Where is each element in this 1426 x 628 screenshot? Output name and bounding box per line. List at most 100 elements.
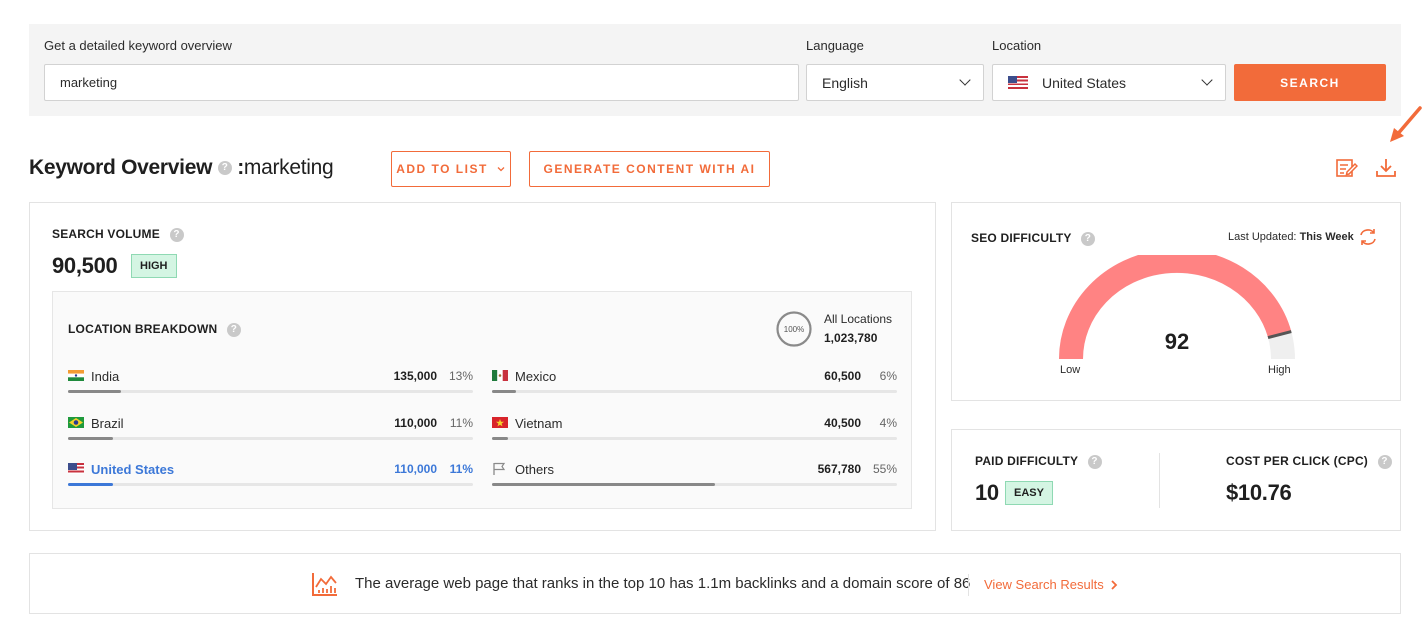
keyword-label: Get a detailed keyword overview	[44, 38, 232, 53]
mexico-flag-icon	[492, 370, 508, 381]
location-value: 110,000	[394, 462, 437, 476]
location-row-united-states[interactable]: United States 110,000 11%	[68, 460, 473, 490]
us-flag-icon	[68, 463, 84, 474]
location-name: India	[91, 369, 120, 384]
location-breakdown: LOCATION BREAKDOWN ? 100% All Locations …	[52, 291, 912, 509]
language-select[interactable]: English	[806, 64, 984, 101]
edit-notes-icon[interactable]	[1334, 156, 1358, 180]
seo-difficulty-title: SEO DIFFICULTY ?	[971, 231, 1095, 246]
seo-difficulty-title-text: SEO DIFFICULTY	[971, 231, 1072, 245]
india-flag-icon	[68, 370, 84, 381]
help-icon[interactable]: ?	[226, 322, 241, 337]
help-icon[interactable]: ?	[169, 227, 184, 242]
last-updated: Last Updated: This Week	[1228, 231, 1354, 243]
location-pct: 55%	[872, 462, 897, 476]
location-name: Mexico	[515, 369, 557, 384]
vietnam-flag-icon	[492, 417, 508, 428]
generate-ai-button[interactable]: GENERATE CONTENT WITH AI	[529, 151, 770, 187]
insight-banner: The average web page that ranks in the t…	[29, 553, 1401, 614]
search-volume-title-text: SEARCH VOLUME	[52, 227, 160, 241]
location-bar-fill	[492, 437, 509, 440]
location-bar	[68, 390, 473, 393]
location-bar-fill	[68, 483, 113, 486]
chevron-right-icon	[1111, 579, 1117, 590]
location-bar	[492, 483, 897, 486]
help-icon[interactable]: ?	[1080, 231, 1095, 246]
location-row-india[interactable]: India 135,000 13%	[68, 367, 473, 397]
location-row-vietnam[interactable]: Vietnam 40,500 4%	[492, 414, 897, 444]
divider	[1159, 453, 1160, 508]
search-volume-title: SEARCH VOLUME ?	[52, 227, 184, 242]
location-value: 40,500	[824, 416, 861, 430]
location-name: United States	[91, 462, 175, 477]
download-icon[interactable]	[1374, 156, 1398, 180]
add-to-list-button[interactable]: ADD TO LIST	[391, 151, 511, 187]
ring-label: 100%	[784, 325, 804, 334]
divider	[968, 574, 969, 596]
help-icon[interactable]: ?	[1087, 454, 1102, 469]
language-select-value: English	[822, 74, 868, 91]
all-locations-ring: 100%	[776, 311, 812, 347]
location-row-brazil[interactable]: Brazil 110,000 11%	[68, 414, 473, 444]
location-select[interactable]: United States	[992, 64, 1226, 101]
location-row-mexico[interactable]: Mexico 60,500 6%	[492, 367, 897, 397]
page-title-text: Keyword Overview	[29, 156, 213, 179]
add-to-list-label: ADD TO LIST	[396, 162, 488, 176]
paid-difficulty-value: 10	[975, 480, 999, 505]
us-flag-icon	[1008, 76, 1028, 89]
location-name: Vietnam	[515, 416, 563, 431]
last-updated-value: This Week	[1299, 231, 1354, 243]
location-bar	[68, 483, 473, 486]
location-value: 110,000	[394, 416, 437, 430]
arrow-pointer-icon	[1390, 106, 1422, 142]
location-bar	[492, 390, 897, 393]
cpc-value: $10.76	[1226, 480, 1292, 505]
location-row-others[interactable]: Others 567,780 55%	[492, 460, 897, 490]
location-bar-fill	[68, 390, 121, 393]
chevron-down-icon	[497, 167, 505, 172]
chevron-down-icon	[1201, 74, 1213, 86]
flag-outline-icon	[493, 462, 506, 475]
language-label: Language	[806, 38, 864, 53]
cpc-title: COST PER CLICK (CPC) ?	[1226, 454, 1392, 469]
gauge-low-label: Low	[1060, 364, 1081, 376]
location-value: 135,000	[393, 369, 437, 383]
location-breakdown-title-text: LOCATION BREAKDOWN	[68, 322, 218, 336]
location-name: Others	[515, 462, 555, 477]
paid-cpc-card: PAID DIFFICULTY ? 10 EASY COST PER CLICK…	[951, 429, 1401, 531]
cpc-title-text: COST PER CLICK (CPC)	[1226, 454, 1368, 468]
location-bar-fill	[68, 437, 113, 440]
all-locations-label: All Locations	[824, 312, 893, 326]
view-search-results-label: View Search Results	[984, 577, 1104, 592]
search-volume-value: 90,500	[52, 253, 118, 278]
keyword-input[interactable]: marketing	[44, 64, 799, 101]
location-label: Location	[992, 38, 1042, 53]
location-bar	[492, 437, 897, 440]
location-pct: 4%	[879, 416, 897, 430]
volume-badge: HIGH	[131, 254, 177, 278]
brazil-flag-icon	[68, 417, 84, 428]
location-breakdown-title: LOCATION BREAKDOWN ?	[68, 322, 241, 337]
seo-difficulty-card: SEO DIFFICULTY ? Last Updated: This Week…	[951, 202, 1401, 401]
location-bar-fill	[492, 483, 715, 486]
paid-badge: EASY	[1005, 481, 1053, 505]
location-value: 60,500	[824, 369, 861, 383]
location-bar	[68, 437, 473, 440]
search-button[interactable]: SEARCH	[1234, 64, 1386, 101]
page-title: Keyword Overview ? :marketing	[29, 156, 334, 180]
location-pct: 11%	[449, 416, 473, 430]
location-pct: 11%	[449, 462, 473, 476]
gauge-high-label: High	[1268, 364, 1291, 376]
refresh-icon[interactable]	[1358, 228, 1378, 246]
view-search-results-link[interactable]: View Search Results	[984, 577, 1118, 592]
location-name: Brazil	[91, 416, 124, 431]
location-value: 567,780	[817, 462, 861, 476]
search-panel: Get a detailed keyword overview marketin…	[29, 24, 1401, 116]
location-bar-fill	[492, 390, 517, 393]
all-locations-value: 1,023,780	[824, 331, 878, 345]
help-icon[interactable]: ?	[1377, 454, 1392, 469]
paid-difficulty-title: PAID DIFFICULTY ?	[975, 454, 1102, 469]
title-keyword: marketing	[243, 156, 334, 179]
chevron-down-icon	[959, 74, 971, 86]
help-icon[interactable]: ?	[217, 161, 232, 176]
